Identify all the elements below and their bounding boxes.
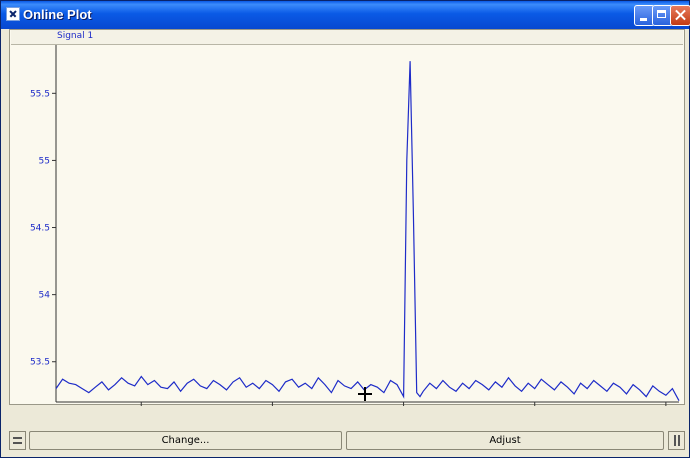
title-bar[interactable]: Online Plot: [1, 1, 690, 29]
y-tick-label: 55.5: [30, 89, 50, 99]
online-plot-window: Online Plot Signal 1 53.55454.55555.5172…: [0, 0, 690, 458]
close-icon[interactable]: [670, 5, 690, 26]
y-tick-label: 55: [39, 156, 50, 166]
footer-toolbar: Change... Adjust: [9, 431, 687, 451]
pause-icon[interactable]: [668, 431, 685, 450]
signal-chart[interactable]: 53.55454.55555.5172.2172.4172.6172.8173m…: [10, 30, 686, 406]
adjust-button[interactable]: Adjust: [346, 431, 664, 450]
series-line-signal-1: [55, 61, 680, 401]
move-cursor-icon: [358, 387, 372, 401]
app-icon: [6, 7, 20, 21]
y-tick-label: 54: [39, 291, 51, 301]
window-title: Online Plot: [23, 7, 92, 22]
y-tick-label: 54.5: [30, 224, 50, 234]
y-tick-label: 53.5: [30, 358, 50, 368]
change-button[interactable]: Change...: [29, 431, 342, 450]
scroll-left-icon[interactable]: [9, 431, 26, 450]
plot-panel[interactable]: Signal 1 53.55454.55555.5172.2172.4172.6…: [9, 29, 686, 406]
